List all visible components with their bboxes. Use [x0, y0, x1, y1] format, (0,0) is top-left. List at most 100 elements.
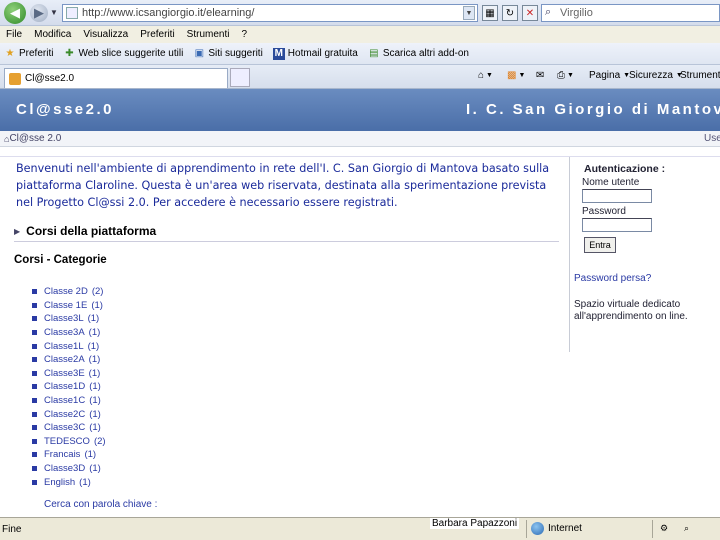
- search-icon: ⌕: [545, 6, 552, 18]
- mail-button[interactable]: ✉: [536, 70, 544, 81]
- category-link[interactable]: Classe3L: [44, 313, 84, 324]
- menu-edit[interactable]: Modifica: [34, 29, 71, 40]
- addon-icon: ▤: [369, 48, 379, 59]
- category-item[interactable]: Classe2A (1): [32, 353, 106, 367]
- category-link[interactable]: Classe3A: [44, 327, 85, 338]
- safety-menu-label: Sicurezza: [629, 70, 673, 81]
- fav-label: Preferiti: [19, 48, 54, 59]
- course-count: (1): [87, 313, 100, 325]
- category-link[interactable]: Classe2A: [44, 354, 85, 365]
- page-menu-button[interactable]: Pagina ▼: [589, 70, 630, 81]
- fav-label: Siti suggeriti: [208, 48, 263, 59]
- category-link[interactable]: English: [44, 477, 75, 488]
- safety-menu-button[interactable]: Sicurezza ▼: [629, 70, 683, 81]
- tab-classe20[interactable]: Cl@sse2.0: [4, 68, 228, 88]
- page-menu-label: Pagina: [589, 70, 621, 81]
- feeds-button[interactable]: ▩ ▼: [507, 70, 525, 81]
- search-placeholder: Virgilio: [560, 7, 593, 19]
- category-item[interactable]: English (1): [32, 475, 106, 489]
- category-link[interactable]: Classe1L: [44, 341, 84, 352]
- author-caption: Barbara Papazzoni: [430, 518, 520, 529]
- breadcrumb-home-link[interactable]: Cl@sse 2.0: [9, 133, 61, 144]
- back-button[interactable]: ◀: [4, 1, 26, 24]
- username-input[interactable]: [582, 189, 652, 203]
- school-name: I. C. San Giorgio di Mantova: [466, 101, 720, 118]
- category-item[interactable]: Classe3E (1): [32, 367, 106, 381]
- login-button[interactable]: Entra: [584, 237, 616, 253]
- category-link[interactable]: Classe3E: [44, 368, 85, 379]
- bullet-icon: [32, 452, 37, 458]
- category-item[interactable]: Classe1D (1): [32, 380, 106, 394]
- favorites-button[interactable]: ★ Preferiti: [4, 48, 54, 60]
- category-item[interactable]: Classe2C (1): [32, 407, 106, 421]
- search-input[interactable]: ⌕ Virgilio: [541, 4, 720, 22]
- compatibility-button[interactable]: ▦: [482, 5, 498, 21]
- category-item[interactable]: Classe3D (1): [32, 462, 106, 476]
- category-link[interactable]: Classe3C: [44, 422, 85, 433]
- home-button[interactable]: ⌂ ▼: [478, 70, 493, 81]
- stop-button[interactable]: ✕: [522, 5, 538, 21]
- category-link[interactable]: Classe1D: [44, 381, 85, 392]
- bullet-icon: [32, 357, 37, 363]
- categories-title: Corsi - Categorie: [14, 254, 107, 266]
- new-tab-button[interactable]: [230, 68, 250, 87]
- category-link[interactable]: Classe2C: [44, 409, 85, 420]
- category-item[interactable]: Classe3L (1): [32, 312, 106, 326]
- star-icon: ★: [5, 48, 15, 59]
- password-input[interactable]: [582, 218, 652, 232]
- status-bar: Fine Barbara Papazzoni Internet ⚙ ⌕: [0, 517, 720, 540]
- zone-label: Internet: [548, 523, 582, 534]
- fav-item-addons[interactable]: ▤ Scarica altri add-on: [368, 48, 469, 60]
- course-count: (1): [88, 327, 101, 339]
- protected-mode-icon[interactable]: ⚙: [660, 523, 668, 534]
- category-item[interactable]: Classe3C (1): [32, 421, 106, 435]
- bullet-icon: [32, 384, 37, 390]
- menu-help[interactable]: ?: [241, 29, 247, 40]
- site-title[interactable]: Cl@sse2.0: [16, 101, 114, 118]
- section-title-text: Corsi della piattaforma: [26, 224, 157, 238]
- bullet-icon: [32, 302, 37, 308]
- zoom-button[interactable]: ⌕: [684, 523, 689, 534]
- bullet-icon: [32, 466, 37, 472]
- page-icon: [66, 7, 78, 19]
- lost-password-link[interactable]: Password persa?: [574, 273, 651, 284]
- history-dropdown[interactable]: ▼: [50, 8, 60, 17]
- refresh-button[interactable]: ↻: [502, 5, 518, 21]
- compatibility-icon: ▦: [485, 7, 495, 19]
- menu-tools[interactable]: Strumenti: [187, 29, 230, 40]
- menu-file[interactable]: File: [6, 29, 22, 40]
- address-bar[interactable]: http://www.icsangiorgio.it/elearning/ ▼: [62, 4, 478, 22]
- security-zone[interactable]: Internet: [531, 522, 582, 535]
- category-link[interactable]: Classe1C: [44, 395, 85, 406]
- category-item[interactable]: Classe 2D (2): [32, 285, 106, 299]
- password-label: Password: [582, 206, 626, 217]
- menu-favorites[interactable]: Preferiti: [140, 29, 174, 40]
- category-item[interactable]: Classe3A (1): [32, 326, 106, 340]
- category-item[interactable]: Classe1C (1): [32, 394, 106, 408]
- category-link[interactable]: Classe 2D: [44, 286, 88, 297]
- bullet-icon: [32, 398, 37, 404]
- address-dropdown[interactable]: ▼: [463, 6, 475, 20]
- mail-icon: ✉: [536, 70, 545, 81]
- status-text: Fine: [2, 523, 22, 535]
- fav-label: Web slice suggerite utili: [78, 48, 184, 59]
- status-separator: [652, 520, 653, 538]
- user-link[interactable]: Use: [704, 133, 720, 144]
- menu-view[interactable]: Visualizza: [83, 29, 128, 40]
- course-count: (1): [87, 340, 100, 352]
- print-button[interactable]: ⎙ ▼: [557, 70, 574, 81]
- fav-item-hotmail[interactable]: M Hotmail gratuita: [272, 47, 358, 60]
- category-link[interactable]: Francais: [44, 449, 80, 460]
- forward-button[interactable]: ▶: [30, 3, 48, 22]
- fav-item-webslice[interactable]: ✚ Web slice suggerite utili: [63, 48, 183, 60]
- category-item[interactable]: Classe 1E (1): [32, 299, 106, 313]
- fav-item-sites[interactable]: ▣ Siti suggeriti: [193, 48, 263, 60]
- category-link[interactable]: Classe3D: [44, 463, 85, 474]
- msn-icon: M: [272, 47, 285, 60]
- category-item[interactable]: Classe1L (1): [32, 339, 106, 353]
- category-item[interactable]: TEDESCO (2): [32, 435, 106, 449]
- category-link[interactable]: Classe 1E: [44, 300, 87, 311]
- category-link[interactable]: TEDESCO: [44, 436, 90, 447]
- category-item[interactable]: Francais (1): [32, 448, 106, 462]
- tools-menu-button[interactable]: Strumenti: [680, 70, 720, 81]
